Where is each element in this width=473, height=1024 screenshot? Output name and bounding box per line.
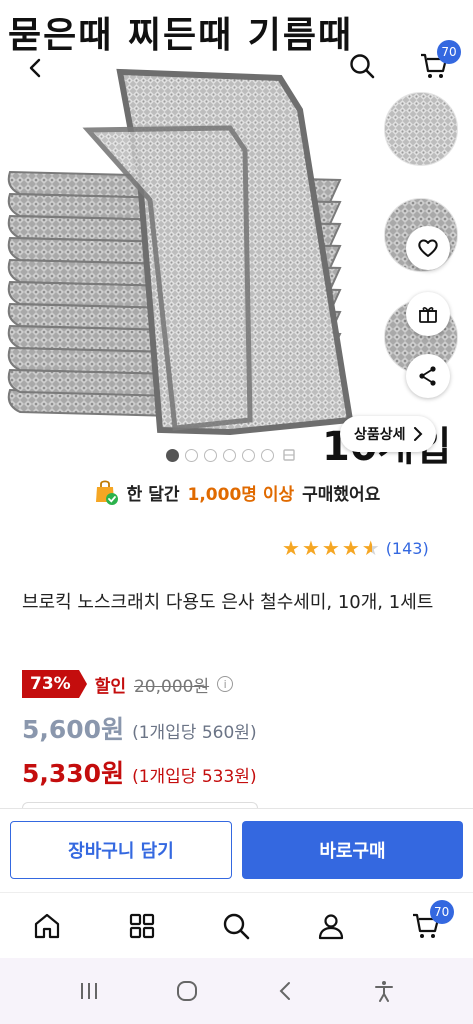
chevron-left-icon	[279, 982, 290, 1000]
purchase-action-bar: 장바구니 담기 바로구매	[0, 808, 473, 892]
purchase-count-banner: 한 달간 1,000명 이상 구매했어요	[0, 478, 473, 506]
more-images-icon	[283, 449, 295, 461]
accessibility-button[interactable]	[360, 967, 408, 1015]
banner-text: 묻은때 찌든때 기름때	[8, 15, 354, 56]
shopping-bag-check-icon	[95, 480, 118, 505]
discount-row: 73% 할인 20,000원 i	[22, 670, 234, 698]
search-icon	[350, 54, 375, 79]
home-circle-icon	[177, 981, 198, 1001]
thumbnail-image[interactable]	[384, 92, 458, 166]
app-tab-bar: 70	[0, 892, 473, 958]
coupon-price: 5,330원	[22, 759, 125, 788]
carousel-dot	[204, 448, 217, 462]
carousel-dot	[166, 448, 179, 462]
heart-icon	[418, 239, 438, 257]
buy-now-button[interactable]: 바로구매	[242, 821, 463, 879]
rating-summary[interactable]: ★ ★ ★ ★ ★ (143)	[282, 538, 429, 558]
review-count[interactable]: (143)	[386, 539, 429, 558]
purchase-count-prefix: 한 달간	[126, 484, 180, 505]
search-icon	[224, 913, 250, 939]
coupon-price-row: 5,330원 (1개입당 533원)	[22, 754, 257, 790]
star-icon: ★	[321, 536, 340, 560]
sale-price: 5,600원	[22, 715, 125, 744]
original-price: 20,000원	[133, 676, 210, 697]
star-icon: ★	[282, 536, 300, 560]
back-button[interactable]	[16, 48, 56, 88]
back-system-button[interactable]	[262, 967, 310, 1015]
cart-count-badge: 70	[429, 899, 454, 924]
share-icon	[419, 366, 436, 386]
grid-icon	[129, 913, 154, 938]
carousel-dot	[223, 448, 236, 462]
search-button[interactable]	[342, 46, 382, 86]
thumbnail-mesh	[385, 93, 457, 165]
tab-categories[interactable]	[114, 898, 170, 954]
tab-home[interactable]	[19, 898, 75, 954]
purchase-count-highlight: 1,000명 이상	[187, 484, 295, 505]
unit-price: (1개입당 560원)	[132, 723, 257, 743]
gift-icon	[419, 307, 437, 323]
cart-count-badge: 70	[437, 40, 461, 64]
info-icon[interactable]: i	[217, 676, 234, 692]
chevron-right-icon	[413, 427, 422, 441]
accessibility-icon	[374, 981, 393, 1002]
recent-apps-button[interactable]	[65, 967, 113, 1015]
discount-label: 할인	[94, 676, 126, 697]
tab-cart[interactable]: 70	[398, 898, 454, 954]
system-navigation-bar	[0, 958, 473, 1024]
product-image-carousel[interactable]: 묻은때 찌든때 기름때 10개입 70	[0, 0, 473, 470]
chevron-left-icon	[29, 58, 41, 78]
product-detail-label: 상품상세	[354, 427, 406, 443]
carousel-page-indicator	[166, 448, 296, 462]
recent-apps-icon	[81, 983, 98, 999]
product-title: 브로킥 노스크래치 다용도 은사 철수세미, 10개, 1세트	[22, 592, 434, 613]
home-system-button[interactable]	[163, 967, 211, 1015]
carousel-dot	[242, 448, 255, 462]
tab-search[interactable]	[208, 898, 264, 954]
tab-my-account[interactable]	[303, 898, 359, 954]
add-to-cart-button[interactable]: 장바구니 담기	[10, 821, 232, 879]
star-icon: ★	[341, 536, 360, 560]
sale-price-row: 5,600원 (1개입당 560원)	[22, 710, 257, 746]
home-icon	[35, 913, 60, 938]
gift-button[interactable]	[406, 292, 450, 336]
half-star-icon: ★	[361, 536, 380, 560]
discount-badge: 73%	[22, 670, 87, 698]
carousel-dot	[185, 448, 198, 462]
carousel-dot	[261, 448, 274, 462]
wishlist-button[interactable]	[406, 226, 450, 270]
user-icon	[318, 913, 344, 939]
coupon-unit-price: (1개입당 533원)	[132, 767, 257, 787]
share-button[interactable]	[406, 354, 450, 398]
product-detail-button[interactable]: 상품상세	[340, 416, 436, 452]
star-icon: ★	[301, 536, 320, 560]
purchase-count-suffix: 구매했어요	[302, 484, 381, 505]
